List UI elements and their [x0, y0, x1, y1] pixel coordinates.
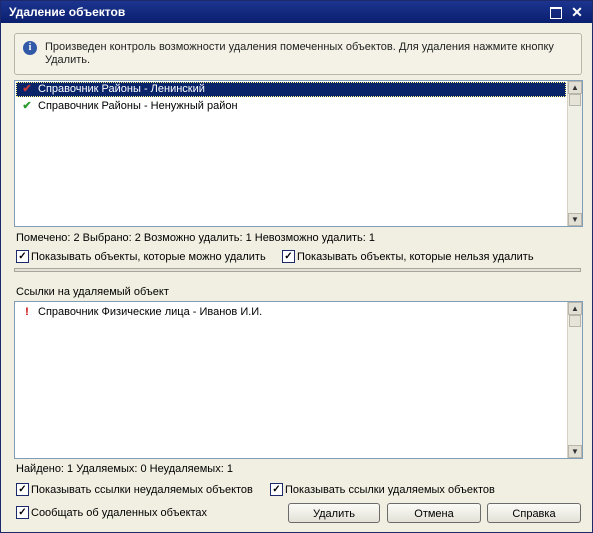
info-panel: i Произведен контроль возможности удален… — [14, 33, 582, 75]
checkbox-label: Показывать объекты, которые нельзя удали… — [297, 251, 534, 263]
list-item[interactable]: ✔ Справочник Районы - Ненужный район — [16, 99, 566, 114]
checkbox-check-icon: ✓ — [16, 483, 29, 496]
checkbox-label: Показывать объекты, которые можно удалит… — [31, 251, 266, 263]
checkbox-check-icon: ✓ — [16, 506, 29, 519]
delete-objects-window: Удаление объектов ✕ i Произведен контрол… — [0, 0, 593, 533]
green-check-icon: ✔ — [22, 100, 32, 112]
list-item-label: Справочник Районы - Ненужный район — [38, 100, 238, 112]
checkbox-label: Показывать ссылки удаляемых объектов — [285, 484, 495, 496]
red-check-icon: ✔ — [22, 83, 32, 95]
references-scrollbar[interactable]: ▲ ▼ — [567, 302, 582, 458]
references-list[interactable]: ! Справочник Физические лица - Иванов И.… — [14, 301, 583, 459]
objects-stats: Помечено: 2 Выбрано: 2 Возможно удалить:… — [16, 232, 375, 244]
scroll-thumb[interactable] — [569, 315, 581, 327]
list-item-label: Справочник Районы - Ленинский — [38, 83, 205, 95]
info-icon: i — [23, 41, 37, 55]
title-bar: Удаление объектов ✕ — [1, 1, 592, 23]
delete-button[interactable]: Удалить — [288, 503, 380, 523]
list-item[interactable]: ! Справочник Физические лица - Иванов И.… — [16, 305, 566, 320]
info-text: Произведен контроль возможности удаления… — [45, 41, 554, 66]
references-label: Ссылки на удаляемый объект — [16, 286, 169, 298]
list-item-label: Справочник Физические лица - Иванов И.И. — [38, 306, 263, 318]
scroll-up-icon[interactable]: ▲ — [568, 81, 582, 94]
scroll-up-icon[interactable]: ▲ — [568, 302, 582, 315]
scroll-down-icon[interactable]: ▼ — [568, 213, 582, 226]
cancel-button[interactable]: Отмена — [387, 503, 481, 523]
checkbox-label: Сообщать об удаленных объектах — [31, 507, 208, 519]
help-button[interactable]: Справка — [487, 503, 581, 523]
maximize-button[interactable] — [548, 4, 564, 20]
exclamation-icon: ! — [25, 306, 29, 318]
scroll-down-icon[interactable]: ▼ — [568, 445, 582, 458]
checkbox-label: Показывать ссылки неудаляемых объектов — [31, 484, 253, 496]
scroll-thumb[interactable] — [569, 94, 581, 106]
objects-scrollbar[interactable]: ▲ ▼ — [567, 81, 582, 226]
checkbox-check-icon: ✓ — [16, 250, 29, 263]
references-stats: Найдено: 1 Удаляемых: 0 Неудаляемых: 1 — [16, 463, 233, 475]
close-icon: ✕ — [571, 4, 583, 20]
maximize-icon — [550, 7, 562, 19]
checkbox-check-icon: ✓ — [270, 483, 283, 496]
splitter[interactable] — [14, 268, 581, 272]
checkbox-check-icon: ✓ — [282, 250, 295, 263]
objects-list[interactable]: ✔ Справочник Районы - Ленинский ✔ Справо… — [14, 80, 583, 227]
close-button[interactable]: ✕ — [569, 4, 585, 20]
list-item[interactable]: ✔ Справочник Районы - Ленинский — [16, 82, 566, 97]
window-title: Удаление объектов — [9, 5, 126, 19]
